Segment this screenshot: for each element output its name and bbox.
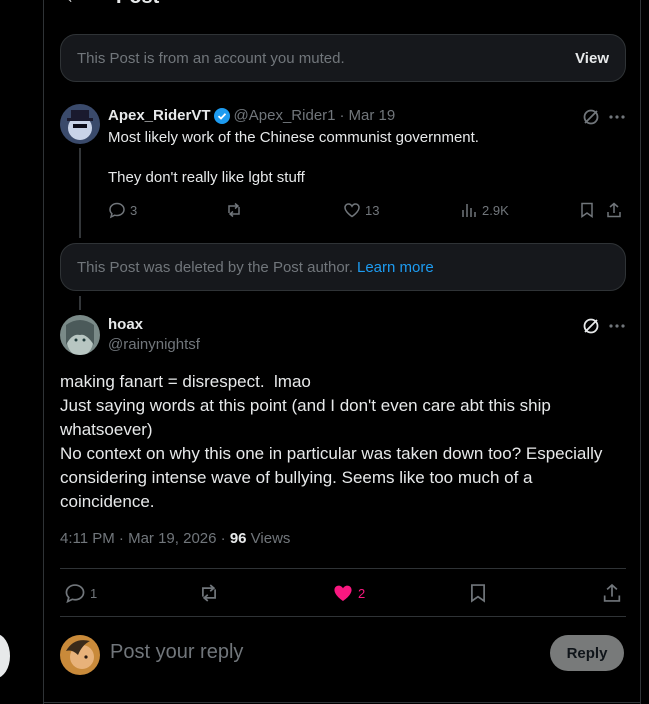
share-icon bbox=[607, 202, 621, 218]
share-button[interactable] bbox=[605, 201, 623, 219]
post-text-line: No context on why this one in particular… bbox=[60, 444, 603, 511]
main-post-handle-row: @rainynightsf bbox=[108, 336, 200, 353]
heart-icon bbox=[344, 203, 360, 218]
post-text-line: Most likely work of the Chinese communis… bbox=[108, 129, 479, 146]
reply-icon bbox=[109, 202, 125, 219]
post-text-line: making fanart = disrespect. lmao bbox=[60, 372, 311, 391]
more-icon[interactable] bbox=[608, 108, 626, 126]
divider bbox=[60, 616, 626, 617]
display-name[interactable]: hoax bbox=[108, 316, 143, 333]
views-button[interactable]: 2.9K bbox=[460, 201, 509, 219]
bookmark-button[interactable] bbox=[578, 201, 596, 219]
main-post-text: making fanart = disrespect. lmao Just sa… bbox=[60, 370, 630, 514]
muted-notice-text: This Post is from an account you muted. bbox=[77, 49, 345, 67]
view-button[interactable]: View bbox=[575, 50, 609, 67]
divider bbox=[44, 702, 640, 703]
divider bbox=[60, 568, 626, 569]
avatar[interactable] bbox=[60, 635, 100, 675]
grok-icon[interactable] bbox=[582, 317, 600, 335]
thread-line bbox=[79, 148, 81, 238]
page-title: Post bbox=[116, 0, 159, 9]
reply-input[interactable]: Post your reply bbox=[110, 641, 243, 664]
handle[interactable]: @Apex_Rider1 bbox=[234, 107, 336, 124]
top-bar: ← Post bbox=[44, 0, 640, 8]
repost-icon bbox=[228, 202, 240, 218]
like-button[interactable]: 13 bbox=[343, 201, 379, 219]
thread-line bbox=[79, 296, 81, 310]
parent-post-actions: 3 13 2.9K bbox=[108, 200, 628, 220]
deleted-notice-text: This Post was deleted by the Post author… bbox=[77, 258, 353, 276]
post-date[interactable]: Mar 19 bbox=[349, 107, 396, 124]
share-icon bbox=[603, 583, 621, 602]
repost-button[interactable] bbox=[198, 582, 220, 604]
repost-icon bbox=[202, 584, 216, 602]
more-icon[interactable] bbox=[608, 317, 626, 335]
verified-badge-icon bbox=[213, 107, 230, 124]
reply-count: 1 bbox=[90, 585, 98, 601]
views-label: Views bbox=[250, 530, 291, 547]
post-column: ← Post This Post is from an account you … bbox=[43, 0, 641, 704]
share-button[interactable] bbox=[601, 582, 623, 604]
post-text-line: They don't really like lgbt stuff bbox=[108, 169, 305, 186]
parent-post-header: Apex_RiderVT @Apex_Rider1 · Mar 19 bbox=[108, 107, 395, 124]
views-count: 96 bbox=[229, 530, 247, 547]
heart-filled-icon bbox=[334, 585, 352, 601]
avatar[interactable] bbox=[60, 104, 100, 144]
views-count: 2.9K bbox=[482, 202, 509, 218]
reply-button[interactable]: 1 bbox=[64, 582, 97, 604]
reply-button[interactable]: 3 bbox=[108, 201, 137, 219]
analytics-icon bbox=[462, 204, 476, 217]
post-text-line: Just saying words at this point (and I d… bbox=[60, 396, 551, 439]
bookmark-icon bbox=[471, 584, 485, 603]
deleted-notice: This Post was deleted by the Post author… bbox=[60, 243, 626, 291]
reply-icon bbox=[65, 584, 85, 604]
main-post-actions: 1 2 bbox=[64, 582, 624, 604]
post-timestamp[interactable]: 4:11 PM · Mar 19, 2026 · bbox=[60, 530, 230, 547]
bookmark-button[interactable] bbox=[467, 582, 489, 604]
repost-button[interactable] bbox=[225, 201, 243, 219]
bookmark-icon bbox=[581, 202, 593, 218]
side-avatar-fragment[interactable] bbox=[0, 634, 10, 678]
handle[interactable]: @rainynightsf bbox=[108, 336, 200, 353]
main-post-header: hoax bbox=[108, 316, 143, 333]
display-name[interactable]: Apex_RiderVT bbox=[108, 107, 211, 124]
grok-icon[interactable] bbox=[582, 108, 600, 126]
avatar[interactable] bbox=[60, 315, 100, 355]
like-count: 13 bbox=[365, 202, 380, 218]
reply-submit-button[interactable]: Reply bbox=[550, 635, 624, 671]
learn-more-link[interactable]: Learn more bbox=[357, 259, 434, 276]
like-count: 2 bbox=[358, 585, 366, 601]
parent-post-text: Most likely work of the Chinese communis… bbox=[108, 128, 608, 188]
muted-notice: This Post is from an account you muted. … bbox=[60, 34, 626, 82]
reply-count: 3 bbox=[130, 202, 138, 218]
post-meta: 4:11 PM · Mar 19, 2026 · 96 Views bbox=[60, 530, 290, 547]
separator: · bbox=[339, 107, 345, 124]
like-button[interactable]: 2 bbox=[332, 582, 365, 604]
arrow-left-icon[interactable]: ← bbox=[64, 0, 84, 9]
